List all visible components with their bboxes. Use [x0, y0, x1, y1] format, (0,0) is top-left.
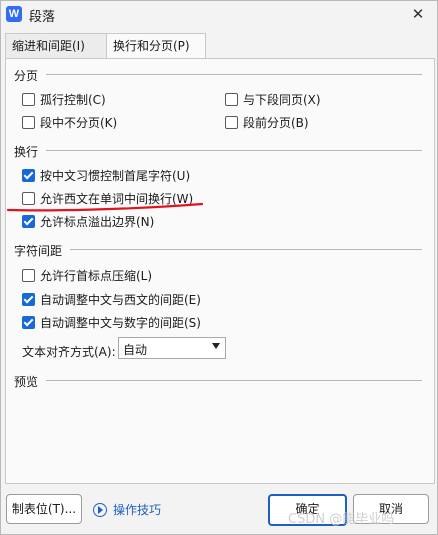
checkbox-allow-word-break[interactable]: 允许西文在单词中间换行(W): [22, 190, 193, 207]
checkbox-box[interactable]: [22, 93, 35, 106]
checkbox-box[interactable]: [22, 116, 35, 129]
play-circle-icon: [93, 502, 107, 517]
checkbox-box[interactable]: [22, 169, 35, 182]
tab-panel: 分页 孤行控制(C) 与下段同页(X) 段中不分页(K) 段前分页(B) 换行 …: [5, 58, 435, 484]
tab-stops-button[interactable]: 制表位(T)...: [6, 494, 82, 524]
checkbox-box[interactable]: [22, 316, 35, 329]
title-bar: W 段落 ✕: [1, 1, 437, 29]
checkbox-label: 允许西文在单词中间换行(W): [40, 192, 194, 206]
close-icon[interactable]: ✕: [407, 3, 429, 25]
checkbox-label: 段前分页(B): [243, 116, 309, 130]
section-title-line-break: 换行: [14, 145, 39, 159]
checkbox-punctuation-overflow[interactable]: 允许标点溢出边界(N): [22, 213, 154, 230]
section-title-preview: 预览: [14, 375, 39, 389]
checkbox-label: 与下段同页(X): [243, 93, 321, 107]
section-divider: [46, 74, 422, 75]
tab-indent-spacing[interactable]: 缩进和间距(I): [5, 33, 112, 59]
checkbox-keep-lines-together[interactable]: 段中不分页(K): [22, 114, 117, 131]
checkbox-chinese-first-last-char[interactable]: 按中文习惯控制首尾字符(U): [22, 167, 190, 184]
text-alignment-select[interactable]: 自动: [118, 337, 226, 359]
checkbox-box[interactable]: [225, 93, 238, 106]
tab-line-page-breaks[interactable]: 换行和分页(P): [106, 33, 206, 60]
select-value: 自动: [123, 343, 148, 357]
paragraph-dialog: W 段落 ✕ 缩进和间距(I) 换行和分页(P) 分页 孤行控制(C) 与下段同…: [0, 0, 438, 535]
checkbox-keep-with-next[interactable]: 与下段同页(X): [225, 91, 321, 108]
dialog-title: 段落: [29, 10, 56, 25]
watermark: CSDN @能毕业吗: [288, 512, 395, 527]
tips-label: 操作技巧: [113, 503, 162, 517]
checkbox-box[interactable]: [22, 192, 35, 205]
section-title-pagination: 分页: [14, 69, 39, 83]
checkbox-box[interactable]: [22, 215, 35, 228]
checkbox-label: 允许行首标点压缩(L): [40, 269, 153, 283]
tips-link[interactable]: 操作技巧: [93, 501, 161, 518]
text-alignment-label: 文本对齐方式(A):: [22, 345, 116, 359]
section-divider: [70, 249, 422, 250]
checkbox-label: 孤行控制(C): [40, 93, 106, 107]
checkbox-label: 自动调整中文与数字的间距(S): [40, 316, 201, 330]
checkbox-box[interactable]: [22, 269, 35, 282]
section-divider: [46, 380, 422, 381]
checkbox-page-break-before[interactable]: 段前分页(B): [225, 114, 309, 131]
checkbox-box[interactable]: [225, 116, 238, 129]
section-divider: [46, 150, 422, 151]
checkbox-widow-control[interactable]: 孤行控制(C): [22, 91, 106, 108]
checkbox-auto-space-cn-latin[interactable]: 自动调整中文与西文的间距(E): [22, 291, 201, 308]
checkbox-label: 段中不分页(K): [40, 116, 118, 130]
checkbox-label: 按中文习惯控制首尾字符(U): [40, 169, 191, 183]
section-title-char-spacing: 字符间距: [14, 244, 63, 258]
checkbox-label: 自动调整中文与西文的间距(E): [40, 293, 201, 307]
checkbox-auto-space-cn-digit[interactable]: 自动调整中文与数字的间距(S): [22, 314, 201, 331]
checkbox-compress-leading-punct[interactable]: 允许行首标点压缩(L): [22, 267, 152, 284]
chevron-down-icon: [212, 343, 220, 349]
checkbox-box[interactable]: [22, 293, 35, 306]
checkbox-label: 允许标点溢出边界(N): [40, 215, 155, 229]
wps-logo-icon: W: [6, 6, 22, 22]
